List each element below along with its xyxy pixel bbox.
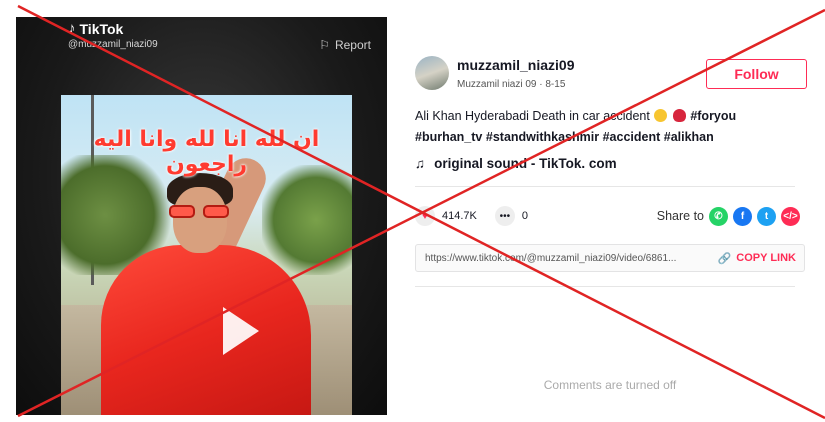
thumbnail-face <box>173 187 227 253</box>
twitter-icon[interactable]: t <box>757 206 776 226</box>
like-icon[interactable]: ♥ <box>415 206 435 226</box>
divider <box>415 286 795 287</box>
avatar[interactable] <box>415 56 449 90</box>
thumbnail-tree-right <box>262 165 352 275</box>
sound-label: original sound - TikTok. com <box>434 156 617 171</box>
embed-icon[interactable]: </> <box>781 206 800 226</box>
hashtag-burhan-tv[interactable]: #burhan_tv <box>415 130 482 144</box>
sound-link[interactable]: ♫ original sound - TikTok. com <box>415 156 617 171</box>
share-section: Share to ✆ f t </> <box>656 206 800 226</box>
hashtag-standwithkashmir[interactable]: #standwithkashmir <box>486 130 599 144</box>
share-label: Share to <box>656 209 704 223</box>
copy-link-label: COPY LINK <box>736 252 796 264</box>
like-count: 414.7K <box>442 210 477 222</box>
whatsapp-icon[interactable]: ✆ <box>709 206 728 226</box>
facebook-icon[interactable]: f <box>733 206 752 226</box>
thumbnail-sunglasses <box>169 205 229 219</box>
video-watermark-handle: @muzzamil_niazi09 <box>68 39 158 50</box>
share-link-url[interactable]: https://www.tiktok.com/@muzzamil_niazi09… <box>416 253 718 264</box>
hashtag-alikhan[interactable]: #alikhan <box>664 130 714 144</box>
comment-count: 0 <box>521 210 528 222</box>
flag-icon: ⚐ <box>319 38 330 52</box>
video-caption: Ali Khan Hyderabadi Death in car acciden… <box>415 106 805 148</box>
music-note-icon: ♫ <box>415 156 426 171</box>
play-icon[interactable] <box>223 307 259 355</box>
link-icon: 🔗 <box>717 252 732 265</box>
caption-text: Ali Khan Hyderabadi Death in car acciden… <box>415 109 650 123</box>
heart-emoji-icon <box>672 109 686 122</box>
video-panel[interactable]: ♪ TikTok @muzzamil_niazi09 ⚐ Report ان ل… <box>16 17 387 415</box>
tiktok-note-icon: ♪ <box>68 20 76 37</box>
hashtag-foryou[interactable]: #foryou <box>690 109 736 123</box>
report-label: Report <box>334 38 371 52</box>
video-thumbnail[interactable]: ان لله انا لله وانا اليه راجعون <box>61 95 352 415</box>
comments-status: Comments are turned off <box>543 378 677 392</box>
copy-link-button[interactable]: 🔗 COPY LINK <box>718 252 804 265</box>
comment-icon[interactable]: ••• <box>494 206 515 226</box>
share-link-box: https://www.tiktok.com/@muzzamil_niazi09… <box>415 244 805 272</box>
author-username[interactable]: muzzamil_niazi09 <box>457 57 575 73</box>
follow-button[interactable]: Follow <box>706 59 807 89</box>
video-overlay-text: ان لله انا لله وانا اليه راجعون <box>93 127 320 177</box>
video-details-panel: muzzamil_niazi09 Muzzamil niazi 09 · 8-1… <box>415 0 810 422</box>
crying-emoji-icon <box>654 109 668 122</box>
author-subline: Muzzamil niazi 09 · 8-15 <box>457 79 566 90</box>
tiktok-wordmark: TikTok <box>79 20 124 37</box>
divider <box>415 186 795 187</box>
report-button[interactable]: ⚐ Report <box>319 38 371 52</box>
thumbnail-shirt <box>101 245 311 415</box>
engagement-bar: ♥ 414.7K ••• 0 Share to ✆ f t </> <box>415 204 800 228</box>
hashtag-accident[interactable]: #accident <box>603 130 661 144</box>
tiktok-logo: ♪ TikTok <box>68 20 123 37</box>
